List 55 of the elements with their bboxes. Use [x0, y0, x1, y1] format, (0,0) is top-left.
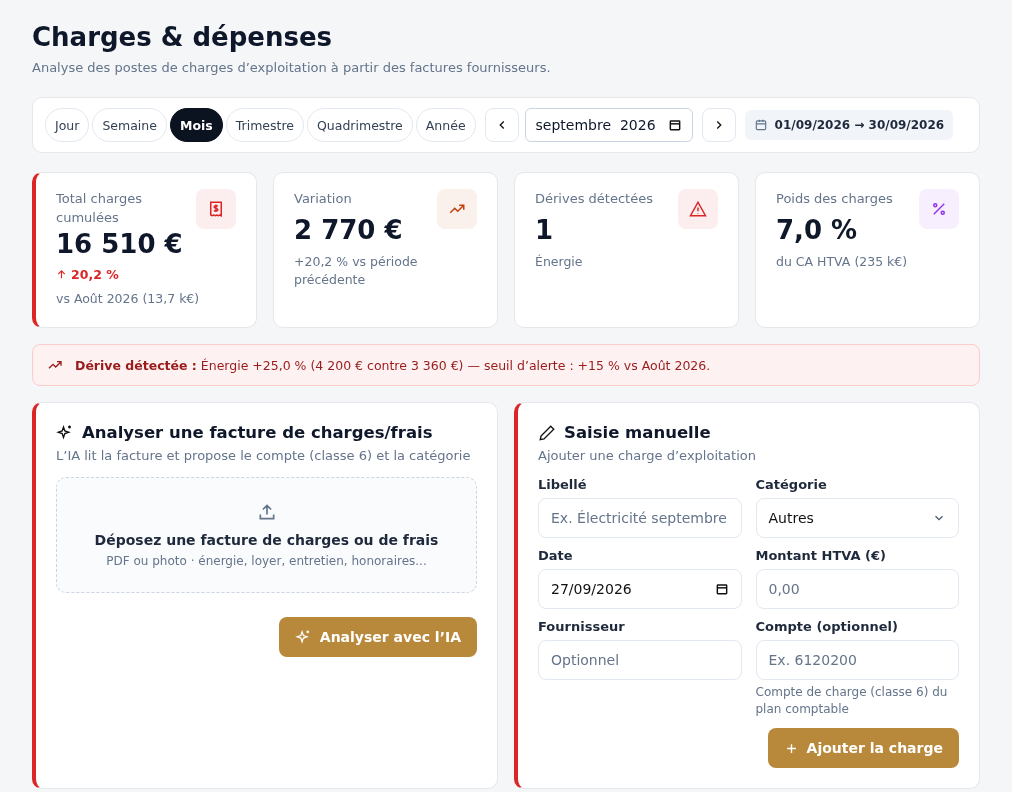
stat-note: +20,2 % vs période précédente	[294, 253, 419, 289]
next-button[interactable]	[701, 108, 736, 142]
alert-text: Dérive détectée : Énergie +25,0 % (4 200 € contre 3 360 €) — seuil d’alerte : +15 % vs Août 2026.	[75, 357, 711, 373]
calendar-icon	[753, 118, 768, 132]
previous-button[interactable]	[484, 108, 519, 142]
panel-subtitle: Ajouter une charge d’exploitation	[538, 448, 757, 463]
stat-label: Poids des charges	[776, 190, 893, 208]
input-field[interactable]: Ex. 6120200	[755, 640, 959, 680]
panel-subtitle: L’IA lit la facture et propose le compte (classe 6) et la catégorie	[56, 448, 472, 463]
period-tab[interactable]: Jour	[45, 108, 90, 142]
month-field[interactable]: septembre 2026	[524, 108, 693, 142]
period-tab[interactable]: Trimestre	[225, 108, 304, 142]
panel-title: Analyser une facture de charges/frais	[82, 423, 433, 442]
field-help-text: Compte de charge (classe 6) du plan comptable	[755, 684, 949, 718]
sparkles-icon	[56, 423, 74, 442]
period-tab[interactable]: Semaine	[92, 108, 167, 142]
stat-value: 1	[535, 215, 555, 245]
field-label: Fournisseur	[538, 619, 626, 634]
input-field[interactable]: Optionnel	[538, 640, 742, 680]
percent-icon	[930, 200, 948, 218]
period-tab[interactable]: Quadrimestre	[307, 108, 413, 142]
stat-label: Dérives détectées	[535, 190, 653, 208]
stat-note: du CA HTVA (235 k€)	[776, 253, 909, 271]
calendar-icon	[714, 582, 729, 596]
field-label: Catégorie	[755, 477, 828, 492]
dropzone-hint: PDF ou photo · énergie, loyer, entretien, honoraires...	[106, 554, 427, 568]
date-field[interactable]: 27/09/2026	[538, 569, 742, 609]
select-field[interactable]: Autres	[755, 498, 959, 538]
pencil-icon	[538, 423, 556, 442]
dropzone[interactable]: Déposez une facture de charges ou de frais PDF ou photo · énergie, loyer, entretien, honoraires...	[56, 477, 477, 593]
page-title: Charges & dépenses	[32, 22, 334, 52]
date-range: 01/09/2026 → 30/09/2026	[774, 118, 945, 132]
input-field[interactable]: Ex. Électricité septembre	[538, 498, 742, 538]
stat-value: 16 510 €	[56, 229, 184, 259]
warning-icon	[689, 200, 707, 218]
field-label: Date	[538, 548, 574, 563]
calendar-icon	[667, 118, 682, 132]
period-tab[interactable]: Année	[415, 108, 476, 142]
field-label: Compte (optionnel)	[755, 619, 899, 634]
field-label: Libellé	[538, 477, 588, 492]
dropzone-title: Déposez une facture de charges ou de frais	[94, 532, 439, 548]
panel-title: Saisie manuelle	[564, 423, 711, 442]
field-label: Montant HTVA (€)	[755, 548, 888, 563]
page-subtitle: Analyse des postes de charges d’exploitation à partir des factures fournisseurs.	[32, 60, 552, 75]
stat-value: 7,0 %	[776, 215, 859, 245]
stat-label: Variation	[294, 190, 352, 208]
dollar-receipt-icon	[207, 200, 225, 218]
change-value: 20,2 %	[71, 267, 119, 282]
period-tab[interactable]: Mois	[169, 108, 223, 142]
stat-note: vs Août 2026 (13,7 k€)	[56, 290, 201, 308]
stat-label: Total charges cumulées	[56, 190, 143, 227]
stat-value: 2 770 €	[294, 215, 404, 245]
input-field[interactable]: 0,00	[755, 569, 959, 609]
arrow-up-icon	[56, 269, 67, 280]
stat-note: Énergie	[535, 253, 584, 271]
